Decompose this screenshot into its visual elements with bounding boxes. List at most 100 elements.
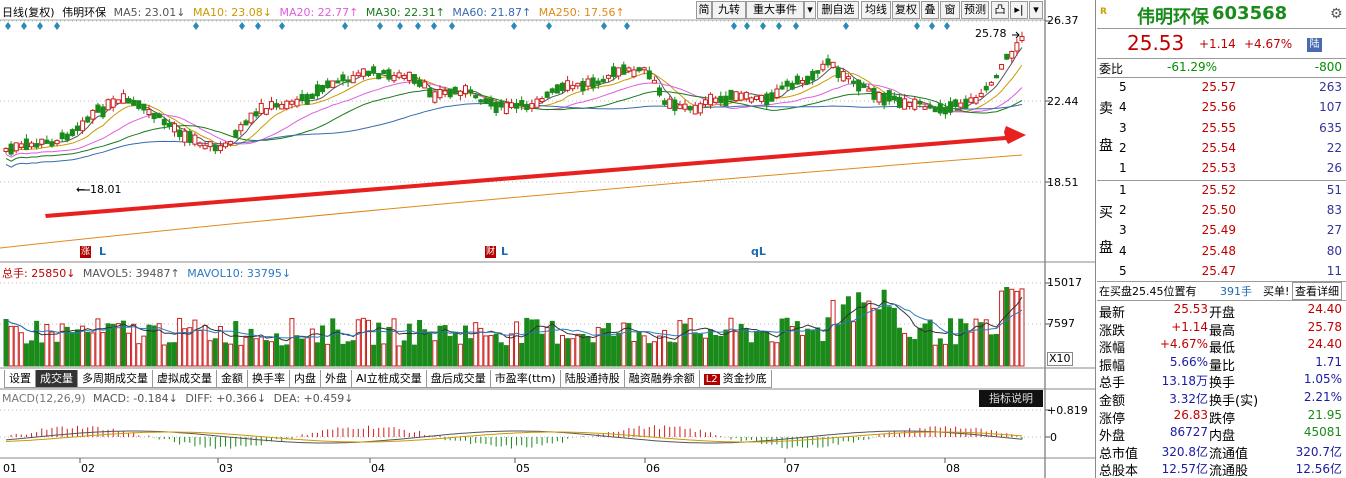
candle-body [769, 92, 775, 102]
candle-body [151, 112, 157, 120]
view-detail-button[interactable]: 查看详细 [1292, 282, 1342, 300]
candle-body [299, 94, 305, 101]
buy-order-button[interactable]: 买单! [1263, 283, 1289, 299]
sell-level-row[interactable]: 4 25.56 107 [1097, 100, 1346, 117]
northbound-badge[interactable]: 陆 [1307, 38, 1322, 52]
tab-outer[interactable]: 外盘 [320, 370, 352, 388]
tab-inner[interactable]: 内盘 [289, 370, 321, 388]
signal-diamond-icon [760, 22, 766, 30]
tab-ai-volume[interactable]: AI立桩成交量 [351, 370, 427, 388]
sell-level-row[interactable]: 5 25.57 263 [1097, 80, 1346, 97]
volume-bar [386, 326, 392, 367]
volume-bar [289, 318, 295, 367]
candle-body [891, 95, 897, 101]
volume-bar [136, 343, 142, 367]
candle-body [927, 104, 933, 109]
limit-up-event-icon[interactable]: 涨 [80, 246, 91, 258]
volume-bar [69, 332, 75, 367]
stock-code: 603568 [1212, 3, 1288, 24]
tab-virtual-volume[interactable]: 虚拟成交量 [152, 370, 217, 388]
marker-l-1[interactable]: L [99, 245, 106, 258]
current-price: 25.53 [1127, 31, 1185, 55]
volume-bar [805, 328, 811, 367]
candle-body [223, 142, 229, 148]
l2-badge: L2 [703, 374, 720, 385]
buy-level-row[interactable]: 1 25.52 51 [1097, 183, 1346, 200]
candle-body [274, 103, 280, 108]
tab-pe-ttm[interactable]: 市盈率(ttm) [489, 370, 561, 388]
volume-bar [799, 334, 805, 367]
candle-body [64, 133, 70, 141]
volume-unit-label: X10 [1047, 352, 1073, 366]
volume-bar [360, 317, 366, 367]
volume-bar [452, 331, 458, 367]
tab-margin-balance[interactable]: 融资融券余额 [623, 370, 700, 388]
stat-label: 量比 [1209, 358, 1236, 374]
tab-amount[interactable]: 金额 [216, 370, 248, 388]
volume-bar [85, 331, 91, 367]
finance-event-icon[interactable]: 财 [485, 246, 496, 258]
stat-value: 3.32亿 [1169, 392, 1208, 406]
buy-level-row[interactable]: 4 25.48 80 [1097, 244, 1346, 261]
volume-bar [8, 325, 14, 367]
candle-body [161, 118, 167, 126]
signal-diamond-icon [239, 22, 245, 30]
candle-body [355, 72, 361, 77]
tab-northbound-holding[interactable]: 陆股通持股 [559, 370, 625, 388]
buy-level-row[interactable]: 5 25.47 11 [1097, 264, 1346, 281]
volume-bar [141, 335, 147, 367]
marker-ql[interactable]: qL [751, 245, 766, 258]
volume-bar [391, 318, 397, 367]
candle-body [560, 82, 566, 92]
volume-bar [182, 328, 188, 367]
candle-body [912, 98, 918, 110]
volume-bar [539, 333, 545, 367]
volume-bar [549, 320, 555, 367]
sell-level-row[interactable]: 1 25.53 26 [1097, 161, 1346, 178]
volume-bar [902, 332, 908, 367]
tab-capital-bottom[interactable]: L2 资金抄底 [698, 370, 772, 388]
candle-body [754, 95, 760, 100]
candle-body [575, 82, 581, 87]
volume-bar [131, 323, 137, 367]
volume-bar [810, 330, 816, 367]
tab-after-hours-volume[interactable]: 盘后成交量 [425, 370, 491, 388]
volume-bar [769, 341, 775, 367]
candle-body [23, 138, 29, 150]
volume-bar [912, 339, 918, 367]
tab-multi-period-volume[interactable]: 多周期成交量 [77, 370, 153, 388]
marker-l-2[interactable]: L [501, 245, 508, 258]
candle-body [958, 102, 964, 108]
sell-level-row[interactable]: 3 25.55 635 [1097, 121, 1346, 138]
candle-body [646, 70, 652, 80]
kline-chart-area[interactable]: 日线(复权) 伟明环保 MA5: 23.01↓ MA10: 23.08↓ MA2… [0, 0, 1096, 478]
buy-level-row[interactable]: 2 25.50 83 [1097, 203, 1346, 220]
candle-body [687, 106, 693, 111]
volume-bar [662, 329, 668, 367]
volume-bar [207, 340, 213, 367]
candle-body [182, 130, 188, 143]
month-label: 05 [516, 462, 530, 475]
buy-level-row[interactable]: 3 25.49 27 [1097, 223, 1346, 240]
volume-bar [743, 328, 749, 367]
tab-volume[interactable]: 成交量 [35, 370, 78, 388]
settings-gear-icon[interactable]: ⚙ [1330, 6, 1343, 22]
candle-body [820, 63, 826, 71]
candle-body [422, 81, 428, 89]
candle-body [417, 79, 423, 87]
volume-bar [631, 340, 637, 367]
candle-body [289, 100, 295, 105]
tab-turnover[interactable]: 换手率 [247, 370, 290, 388]
volume-bar [243, 336, 249, 367]
volume-legend: 总手: 25850↓ MAVOL5: 39487↑ MAVOL10: 33795… [2, 265, 295, 281]
candle-body [325, 80, 331, 89]
volume-bar [657, 335, 663, 367]
sell-level-row[interactable]: 2 25.54 22 [1097, 141, 1346, 158]
volume-bar [192, 319, 198, 367]
order-position-volume: 391手 [1220, 285, 1252, 298]
tab-settings[interactable]: 设置 [4, 370, 36, 388]
candle-body [478, 99, 484, 103]
candle-body [636, 67, 642, 72]
indicator-help-button[interactable]: 指标说明 [979, 390, 1043, 407]
volume-bar [1019, 288, 1025, 367]
